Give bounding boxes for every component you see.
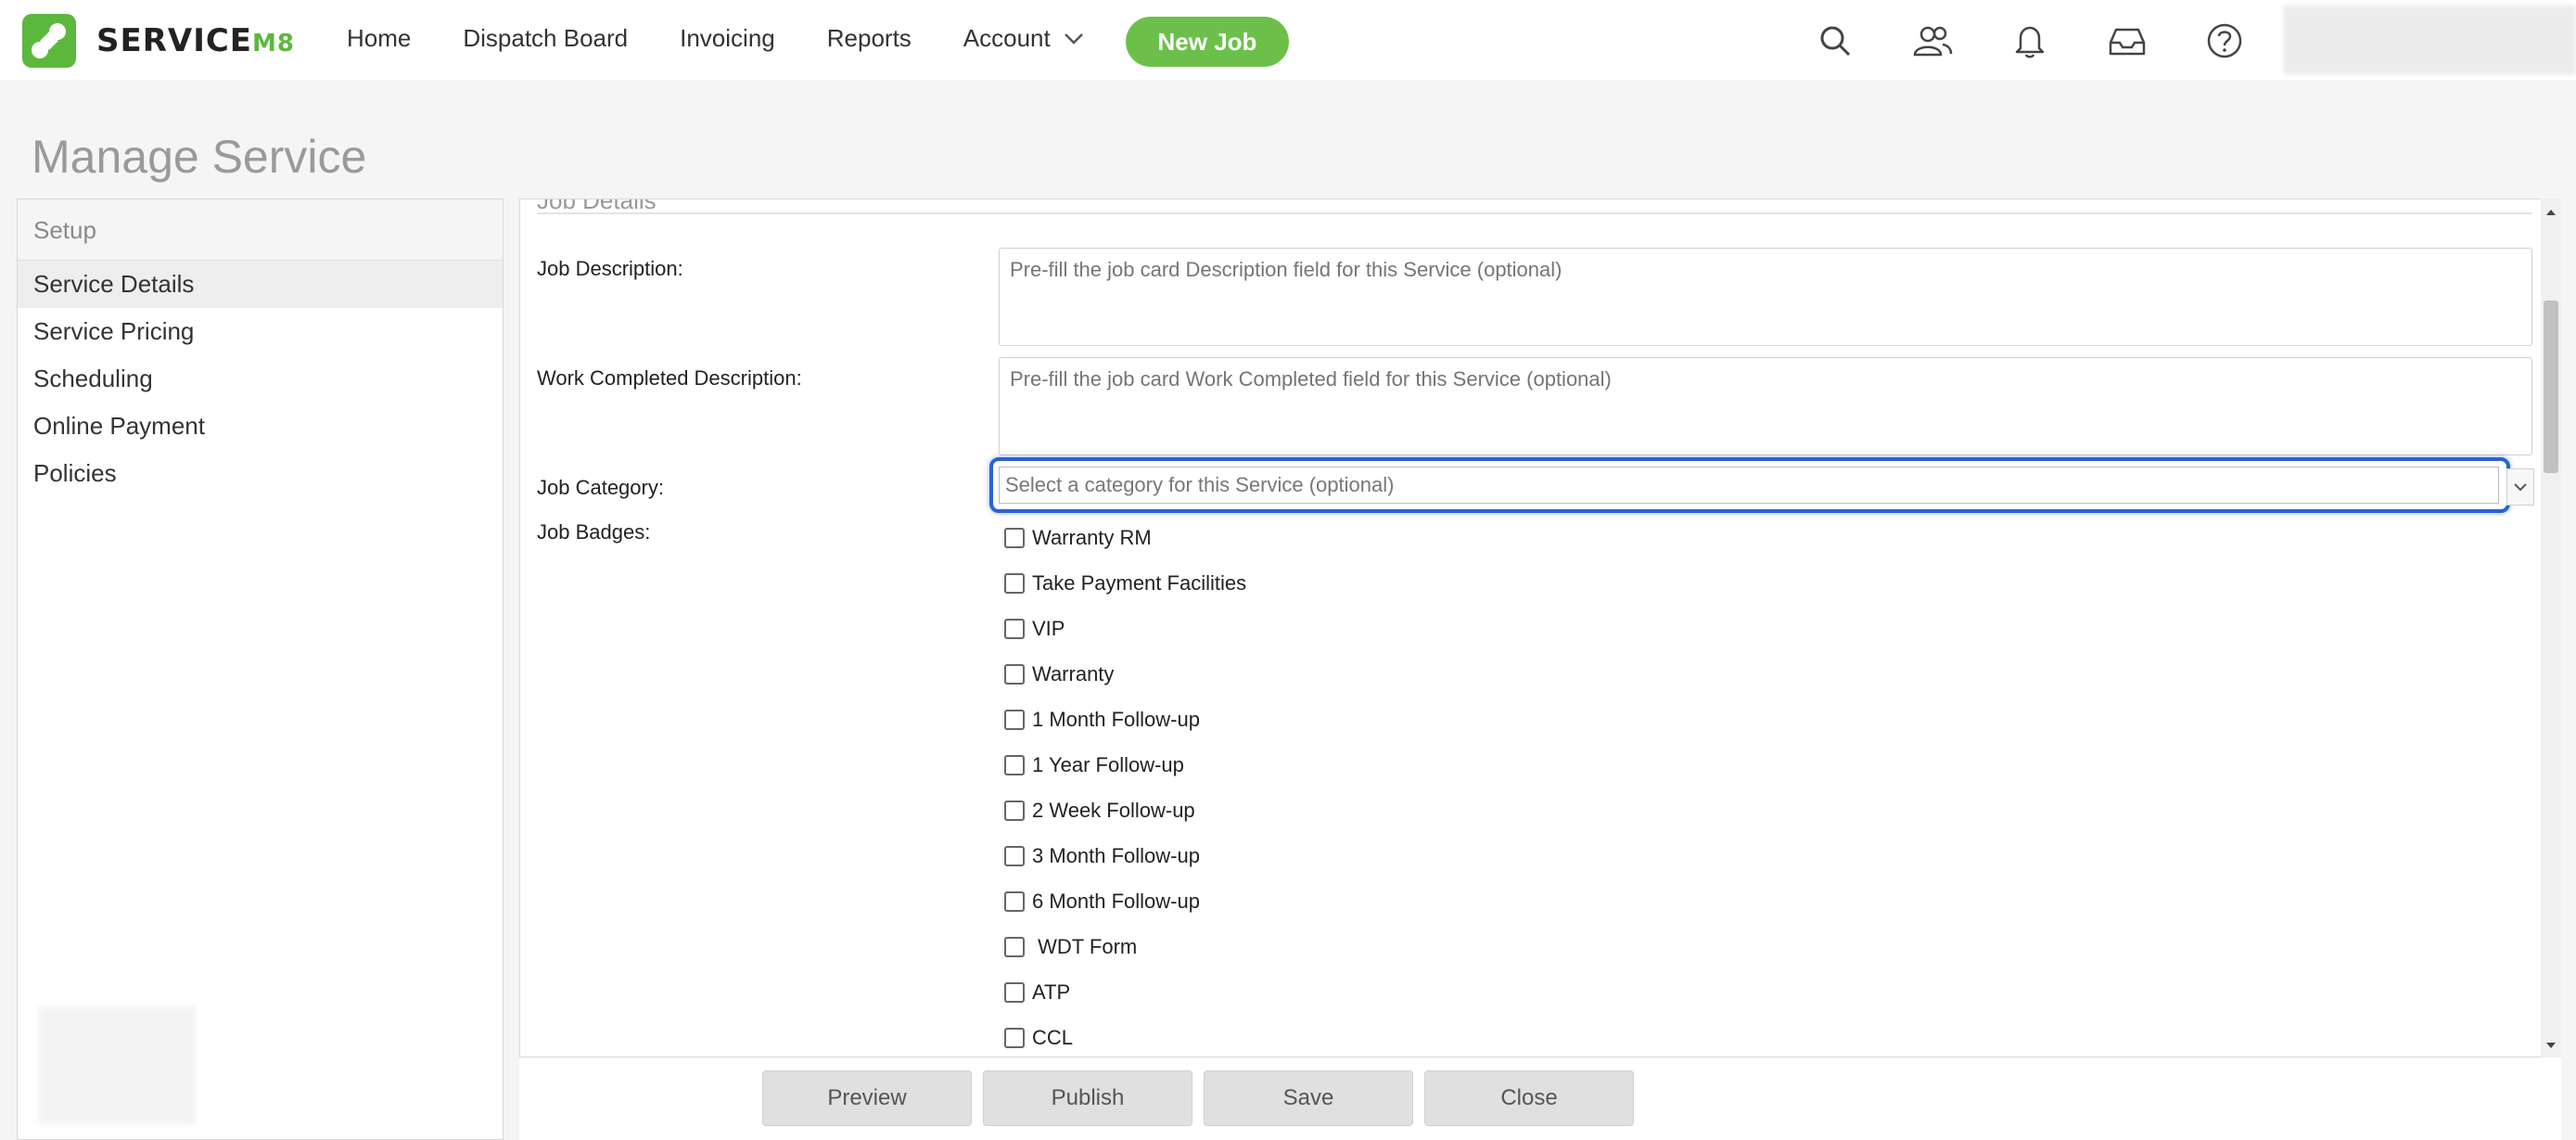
sidebar-item-service-details[interactable]: Service Details — [18, 261, 503, 308]
job-description-field[interactable] — [999, 248, 2532, 346]
nav-dispatch-board[interactable]: Dispatch Board — [463, 24, 628, 53]
checkbox[interactable] — [1004, 664, 1025, 685]
checkbox[interactable] — [1004, 528, 1025, 548]
badge-checkbox-row[interactable]: 2 Week Follow-up — [1004, 799, 1195, 823]
service-details-panel: Job Details Job Description: Work Comple… — [519, 199, 2561, 1057]
action-footer: Preview Publish Save Close — [519, 1057, 2561, 1140]
close-button[interactable]: Close — [1424, 1070, 1634, 1126]
badge-checkbox-row[interactable]: 1 Year Follow-up — [1004, 753, 1184, 777]
checkbox[interactable] — [1004, 937, 1025, 957]
account-menu[interactable] — [2283, 6, 2576, 74]
people-icon[interactable] — [1910, 19, 1955, 63]
badge-label: 3 Month Follow-up — [1032, 844, 1200, 867]
nav-reports[interactable]: Reports — [827, 24, 912, 53]
checkbox[interactable] — [1004, 573, 1025, 594]
top-navbar: SERVICEM8 Home Dispatch Board Invoicing … — [0, 0, 2576, 80]
badge-checkbox-row[interactable]: Warranty RM — [1004, 526, 1152, 550]
sidebar-header: Setup — [18, 199, 503, 261]
job-badges-label: Job Badges: — [537, 520, 651, 544]
badge-checkbox-row[interactable]: Warranty — [1004, 662, 1114, 686]
nav-account-label: Account — [963, 24, 1051, 52]
top-icon-bar — [1813, 19, 2300, 63]
badge-checkbox-row[interactable]: Take Payment Facilities — [1004, 571, 1246, 596]
chevron-down-icon[interactable] — [2506, 468, 2534, 506]
badge-label: 6 Month Follow-up — [1032, 890, 1200, 913]
save-button[interactable]: Save — [1204, 1070, 1413, 1126]
logo-icon — [22, 14, 76, 68]
badge-checkbox-row[interactable]: VIP — [1004, 617, 1065, 641]
job-category-label: Job Category: — [537, 476, 664, 499]
checkbox[interactable] — [1004, 710, 1025, 730]
badge-checkbox-row[interactable]: WDT Form — [1004, 935, 1137, 959]
nav-home[interactable]: Home — [347, 24, 411, 53]
badge-label: Take Payment Facilities — [1032, 571, 1247, 595]
publish-button[interactable]: Publish — [983, 1070, 1192, 1126]
sidebar-footer-image — [38, 1006, 196, 1125]
main-nav: Home Dispatch Board Invoicing Reports Ac… — [347, 24, 1136, 53]
badge-label: 1 Year Follow-up — [1032, 753, 1184, 776]
sidebar-item-scheduling[interactable]: Scheduling — [18, 355, 503, 403]
badge-checkbox-row[interactable]: ATP — [1004, 980, 1070, 1005]
setup-sidebar: Setup Service Details Service Pricing Sc… — [17, 199, 504, 1140]
checkbox[interactable] — [1004, 846, 1025, 866]
inbox-icon[interactable] — [2105, 19, 2149, 63]
sidebar-item-policies[interactable]: Policies — [18, 450, 503, 497]
checkbox[interactable] — [1004, 801, 1025, 821]
checkbox[interactable] — [1004, 1028, 1025, 1048]
work-completed-label: Work Completed Description: — [537, 366, 802, 390]
badge-label: CCL — [1032, 1026, 1074, 1049]
logo-text: SERVICEM8 — [96, 22, 296, 59]
scroll-down-arrow-icon[interactable] — [2541, 1037, 2561, 1054]
badge-label: 1 Month Follow-up — [1032, 708, 1200, 731]
chevron-down-icon — [1064, 32, 1083, 45]
search-icon[interactable] — [1813, 19, 1857, 63]
checkbox[interactable] — [1004, 982, 1025, 1003]
nav-invoicing[interactable]: Invoicing — [680, 24, 775, 53]
nav-account[interactable]: Account — [963, 24, 1084, 53]
new-job-button[interactable]: New Job — [1126, 17, 1289, 67]
badge-label: 2 Week Follow-up — [1032, 799, 1195, 822]
badge-label: WDT Form — [1032, 935, 1138, 958]
badge-checkbox-row[interactable]: 1 Month Follow-up — [1004, 708, 1200, 732]
badge-label: ATP — [1032, 980, 1071, 1004]
checkbox[interactable] — [1004, 891, 1025, 912]
scrollbar-thumb[interactable] — [2544, 301, 2558, 473]
job-category-placeholder: Select a category for this Service (opti… — [999, 467, 2499, 504]
badge-label: Warranty — [1032, 662, 1115, 685]
preview-button[interactable]: Preview — [762, 1070, 972, 1126]
checkbox[interactable] — [1004, 755, 1025, 775]
badge-checkbox-row[interactable]: 6 Month Follow-up — [1004, 890, 1200, 914]
help-icon[interactable] — [2202, 19, 2247, 63]
servicem8-logo[interactable]: SERVICEM8 — [22, 14, 295, 68]
section-title: Job Details — [537, 199, 657, 214]
badge-label: VIP — [1032, 617, 1065, 640]
job-category-select[interactable]: Select a category for this Service (opti… — [989, 457, 2510, 513]
badge-checkbox-row[interactable]: 3 Month Follow-up — [1004, 844, 1200, 868]
badge-label: Warranty RM — [1032, 526, 1152, 549]
bell-icon[interactable] — [2008, 19, 2052, 63]
job-description-label: Job Description: — [537, 257, 683, 280]
sidebar-item-service-pricing[interactable]: Service Pricing — [18, 308, 503, 355]
sidebar-item-online-payment[interactable]: Online Payment — [18, 403, 503, 450]
section-divider — [537, 212, 2532, 214]
form-scrollbar[interactable] — [2541, 199, 2561, 1057]
page-title: Manage Service — [32, 131, 367, 183]
badge-checkbox-row[interactable]: CCL — [1004, 1026, 1073, 1050]
work-completed-field[interactable] — [999, 357, 2532, 455]
scroll-up-arrow-icon[interactable] — [2541, 204, 2561, 221]
checkbox[interactable] — [1004, 619, 1025, 639]
